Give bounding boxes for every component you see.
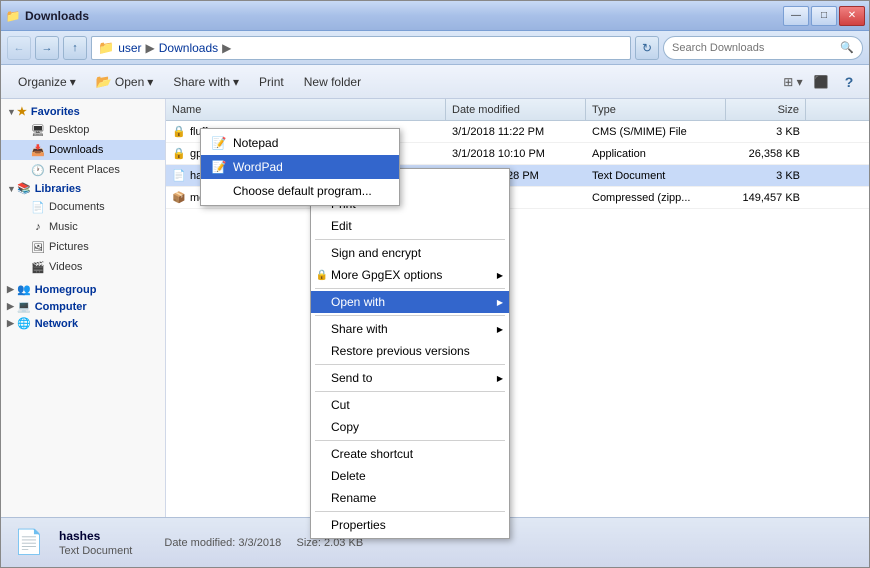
ctx-edit[interactable]: Edit [311, 215, 509, 237]
window-controls: — □ ✕ [783, 6, 865, 26]
path-folder[interactable]: Downloads [159, 41, 218, 55]
sidebar-item-music[interactable]: ♪ Music [1, 217, 165, 237]
search-box[interactable]: 🔍 [663, 36, 863, 60]
status-file-type: Text Document [59, 545, 132, 557]
network-header[interactable]: ▶ 🌐 Network [1, 315, 165, 332]
close-button[interactable]: ✕ [839, 6, 865, 26]
address-bar: ← → ↑ 📁 user ▶ Downloads ▶ ↻ 🔍 [1, 31, 869, 65]
title-bar: 📁 Downloads — □ ✕ [1, 1, 869, 31]
file-icon: 🔒 [172, 125, 186, 139]
preview-pane-button[interactable]: ⬛ [809, 70, 833, 94]
search-input[interactable] [672, 42, 836, 54]
libraries-header[interactable]: ▼ 📚 Libraries [1, 180, 165, 197]
open-dropdown-icon: ▾ [147, 75, 153, 89]
desktop-icon: 🖥 [31, 123, 45, 137]
downloads-icon: 📥 [31, 143, 45, 157]
address-path[interactable]: 📁 user ▶ Downloads ▶ [91, 36, 631, 60]
submenu-choose-default[interactable]: Choose default program... [201, 179, 399, 203]
ctx-properties[interactable]: Properties [311, 514, 509, 536]
music-icon: ♪ [31, 220, 45, 234]
sidebar-item-recent[interactable]: 🕐 Recent Places [1, 160, 165, 180]
videos-icon: 🎬 [31, 260, 45, 274]
ctx-restore-versions[interactable]: Restore previous versions [311, 340, 509, 362]
explorer-window: 📁 Downloads — □ ✕ ← → ↑ 📁 user ▶ Downloa… [0, 0, 870, 568]
status-file-icon: 📄 [11, 525, 47, 561]
help-button[interactable]: ? [837, 70, 861, 94]
homegroup-header[interactable]: ▶ 👥 Homegroup [1, 281, 165, 298]
col-header-type[interactable]: Type [586, 99, 726, 120]
wordpad-icon: 📝 [211, 159, 227, 175]
ctx-more-gpgex[interactable]: 🔒 More GpgEX options [311, 264, 509, 286]
ctx-cut[interactable]: Cut [311, 394, 509, 416]
organize-dropdown-icon: ▾ [70, 75, 76, 89]
nav-pane: ▼ ★ Favorites 🖥 Desktop 📥 Downloads 🕐 Re… [1, 99, 166, 517]
window-title: Downloads [25, 9, 783, 23]
sidebar-item-pictures[interactable]: 🖼 Pictures [1, 237, 165, 257]
sidebar-item-desktop[interactable]: 🖥 Desktop [1, 120, 165, 140]
context-menu: Open Print Edit Sign and encrypt 🔒 More … [310, 168, 510, 539]
print-button[interactable]: Print [250, 69, 293, 95]
favorites-header[interactable]: ▼ ★ Favorites [1, 103, 165, 120]
col-header-size[interactable]: Size [726, 99, 806, 120]
ctx-copy[interactable]: Copy [311, 416, 509, 438]
share-dropdown-icon: ▾ [233, 75, 239, 89]
up-button[interactable]: ↑ [63, 36, 87, 60]
back-button[interactable]: ← [7, 36, 31, 60]
share-with-button[interactable]: Share with ▾ [164, 69, 248, 95]
status-info: hashes Text Document [59, 529, 132, 557]
ctx-share-with[interactable]: Share with [311, 318, 509, 340]
file-icon: 🔒 [172, 147, 186, 161]
status-date-label: Date modified: [164, 537, 235, 549]
toolbar: Organize ▾ 📂 Open ▾ Share with ▾ Print N… [1, 65, 869, 99]
sidebar-item-documents[interactable]: 📄 Documents [1, 197, 165, 217]
window-icon: 📁 [5, 8, 21, 24]
file-list-header: Name Date modified Type Size [166, 99, 869, 121]
toolbar-right: ⊞ ▾ ⬛ ? [781, 70, 861, 94]
minimize-button[interactable]: — [783, 6, 809, 26]
col-header-name[interactable]: Name [166, 99, 446, 120]
documents-icon: 📄 [31, 200, 45, 214]
col-header-date[interactable]: Date modified [446, 99, 586, 120]
computer-header[interactable]: ▶ 💻 Computer [1, 298, 165, 315]
submenu-wordpad[interactable]: 📝 WordPad [201, 155, 399, 179]
open-button[interactable]: 📂 Open ▾ [87, 69, 163, 95]
new-folder-button[interactable]: New folder [295, 69, 370, 95]
ctx-create-shortcut[interactable]: Create shortcut [311, 443, 509, 465]
recent-places-icon: 🕐 [31, 163, 45, 177]
search-icon: 🔍 [840, 41, 854, 54]
gpgex-icon: 🔒 [315, 270, 329, 281]
notepad-icon: 📝 [211, 135, 227, 151]
view-options-button[interactable]: ⊞ ▾ [781, 70, 805, 94]
submenu-notepad[interactable]: 📝 Notepad [201, 131, 399, 155]
maximize-button[interactable]: □ [811, 6, 837, 26]
organize-button[interactable]: Organize ▾ [9, 69, 85, 95]
forward-button[interactable]: → [35, 36, 59, 60]
pictures-icon: 🖼 [31, 240, 45, 254]
path-user[interactable]: user [118, 41, 141, 55]
ctx-send-to[interactable]: Send to [311, 367, 509, 389]
ctx-rename[interactable]: Rename [311, 487, 509, 509]
status-date-value: 3/3/2018 [238, 537, 281, 549]
path-icon: 📁 [98, 40, 114, 56]
ctx-delete[interactable]: Delete [311, 465, 509, 487]
open-folder-icon: 📂 [96, 74, 112, 90]
refresh-button[interactable]: ↻ [635, 36, 659, 60]
status-file-name: hashes [59, 529, 132, 543]
ctx-open-with[interactable]: Open with [311, 291, 509, 313]
file-icon: 📦 [172, 191, 186, 205]
file-icon: 📄 [172, 169, 186, 183]
ctx-sign-encrypt[interactable]: Sign and encrypt [311, 242, 509, 264]
sidebar-item-videos[interactable]: 🎬 Videos [1, 257, 165, 277]
submenu-open-with: 📝 Notepad 📝 WordPad Choose default progr… [200, 128, 400, 206]
sidebar-item-downloads[interactable]: 📥 Downloads [1, 140, 165, 160]
